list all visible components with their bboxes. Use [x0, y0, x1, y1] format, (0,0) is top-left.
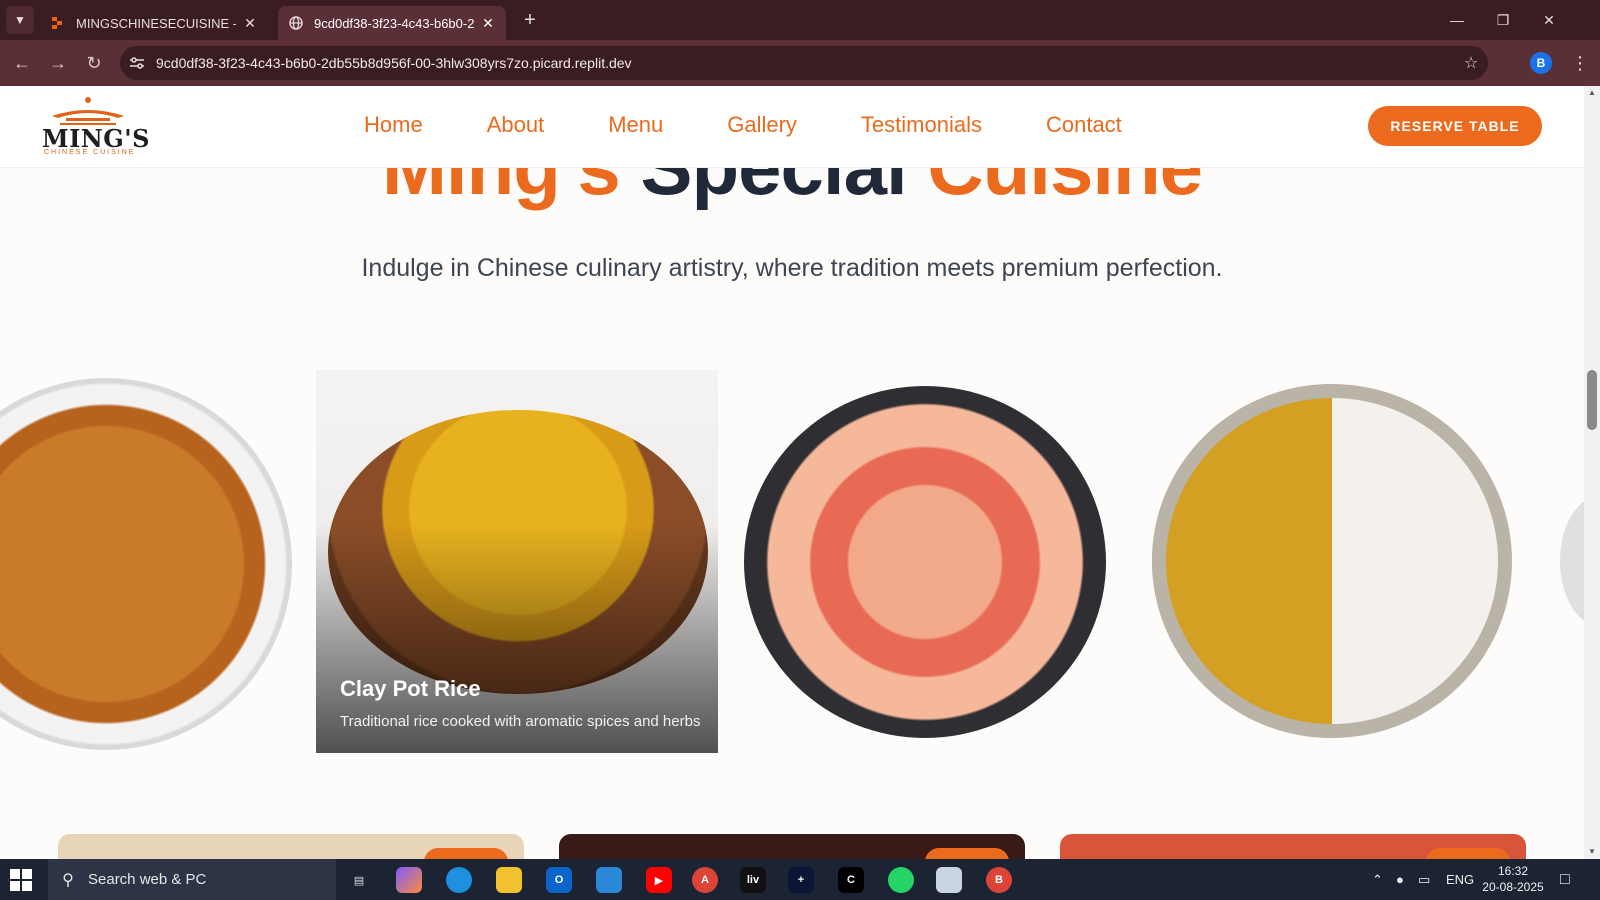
page-viewport: Ming's Special Cuisine Indulge in Chines… — [0, 86, 1584, 859]
hotstar-icon[interactable]: + — [788, 867, 814, 893]
close-window-icon[interactable]: ✕ — [1526, 6, 1572, 34]
site-info-icon[interactable] — [120, 46, 154, 80]
chrome-profile-b-icon[interactable]: B — [986, 867, 1012, 893]
hero-subtitle: Indulge in Chinese culinary artistry, wh… — [361, 254, 1223, 282]
site-header: MING'S CHINESE CUISINE Home About Menu G… — [0, 86, 1584, 168]
menu-card-badge — [925, 848, 1009, 859]
partial-dish-image — [1560, 496, 1584, 626]
microphone-icon[interactable]: ● — [1396, 859, 1404, 900]
taskbar-search-box[interactable]: ⚲ Search web & PC — [48, 859, 336, 900]
forward-icon[interactable]: → — [44, 49, 72, 77]
nav-home[interactable]: Home — [364, 112, 423, 138]
whatsapp-icon[interactable] — [888, 867, 914, 893]
featured-dish-description: Traditional rice cooked with aromatic sp… — [340, 713, 701, 730]
edge-icon[interactable] — [446, 867, 472, 893]
scrollbar-thumb[interactable] — [1587, 370, 1597, 430]
control-panel-icon[interactable] — [596, 867, 622, 893]
snipping-tool-icon[interactable] — [936, 867, 962, 893]
nav-contact[interactable]: Contact — [1046, 112, 1122, 138]
pagoda-roof-icon — [52, 97, 124, 125]
taskbar-clock[interactable]: 16:32 20-08-2025 — [1478, 863, 1548, 895]
reload-icon[interactable]: ↻ — [80, 49, 108, 77]
windows-start-icon[interactable] — [10, 869, 32, 891]
chrome-profile-a-icon[interactable]: A — [692, 867, 718, 893]
search-icon: ⚲ — [62, 871, 74, 889]
back-icon[interactable]: ← — [8, 49, 36, 77]
crunchyroll-icon[interactable]: C — [838, 867, 864, 893]
outlook-icon[interactable]: O — [546, 867, 572, 893]
browser-menu-icon[interactable]: ⋮ — [1568, 50, 1592, 76]
clock-time: 16:32 — [1497, 864, 1529, 878]
browser-toolbar: ← → ↻ 9cd0df38-3f23-4c43-b6b0-2db55b8d95… — [0, 40, 1600, 86]
tray-overflow-icon[interactable]: ⌃ — [1372, 859, 1383, 900]
prawns-dish-image — [744, 386, 1106, 738]
restore-icon[interactable]: ❐ — [1480, 6, 1526, 34]
replit-favicon-icon — [50, 15, 66, 31]
profile-avatar[interactable]: B — [1530, 52, 1552, 74]
youtube-icon[interactable]: ▶ — [646, 867, 672, 893]
logo-tagline: CHINESE CUISINE — [44, 149, 136, 156]
browser-tab-replit[interactable]: MINGSCHINESECUISINE - Repli ✕ — [40, 6, 268, 40]
main-nav: Home About Menu Gallery Testimonials Con… — [364, 112, 1122, 138]
curry-rice-dish-image — [1152, 384, 1512, 738]
mings-logo[interactable]: MING'S CHINESE CUISINE — [38, 96, 149, 160]
nav-gallery[interactable]: Gallery — [727, 112, 797, 138]
reserve-table-button[interactable]: RESERVE TABLE — [1368, 106, 1542, 146]
nav-testimonials[interactable]: Testimonials — [861, 112, 982, 138]
page-scrollbar[interactable]: ▲ ▼ — [1584, 86, 1600, 859]
url-text[interactable]: 9cd0df38-3f23-4c43-b6b0-2db55b8d956f-00-… — [154, 55, 1454, 71]
clock-date: 20-08-2025 — [1482, 880, 1544, 894]
windows-taskbar: ⚲ Search web & PC ▤ O ▶ A liv + C B ⌃ ● … — [0, 859, 1600, 900]
taskbar-search-placeholder: Search web & PC — [88, 871, 207, 888]
sony-liv-icon[interactable]: liv — [740, 867, 766, 893]
new-tab-button[interactable]: + — [518, 8, 542, 32]
network-icon[interactable]: ▭ — [1418, 859, 1430, 900]
language-indicator[interactable]: ENG — [1446, 859, 1474, 900]
scroll-up-icon[interactable]: ▲ — [1584, 86, 1600, 100]
menu-card-1[interactable] — [58, 834, 524, 859]
close-tab-icon[interactable]: ✕ — [242, 15, 258, 32]
scroll-down-icon[interactable]: ▼ — [1584, 845, 1600, 859]
task-view-icon[interactable]: ▤ — [346, 867, 372, 893]
minimize-icon[interactable]: — — [1434, 6, 1480, 34]
menu-card-badge — [1426, 848, 1510, 859]
nav-menu[interactable]: Menu — [608, 112, 663, 138]
tab-title: MINGSCHINESECUISINE - Repli — [76, 15, 236, 31]
menu-card-3[interactable] — [1060, 834, 1526, 859]
notification-icon[interactable]: □ — [1560, 859, 1570, 900]
bookmark-star-icon[interactable]: ☆ — [1454, 53, 1488, 73]
nav-about[interactable]: About — [487, 112, 545, 138]
file-explorer-icon[interactable] — [496, 867, 522, 893]
copilot-icon[interactable] — [396, 867, 422, 893]
browser-tab-site[interactable]: 9cd0df38-3f23-4c43-b6b0-2db ✕ — [278, 6, 506, 40]
noodles-dish-image — [0, 378, 292, 750]
globe-icon — [288, 15, 304, 31]
featured-dish-card[interactable]: Clay Pot Rice Traditional rice cooked wi… — [316, 370, 718, 753]
tab-search-button[interactable]: ▼ — [6, 6, 34, 34]
close-tab-icon[interactable]: ✕ — [480, 15, 496, 32]
menu-card-badge — [424, 848, 508, 859]
featured-dish-name: Clay Pot Rice — [340, 676, 481, 701]
browser-tab-bar: ▼ MINGSCHINESECUISINE - Repli ✕ 9cd0df38… — [0, 0, 1600, 40]
menu-card-2[interactable] — [559, 834, 1025, 859]
address-bar[interactable]: 9cd0df38-3f23-4c43-b6b0-2db55b8d956f-00-… — [120, 46, 1488, 80]
tab-title: 9cd0df38-3f23-4c43-b6b0-2db — [314, 15, 474, 31]
